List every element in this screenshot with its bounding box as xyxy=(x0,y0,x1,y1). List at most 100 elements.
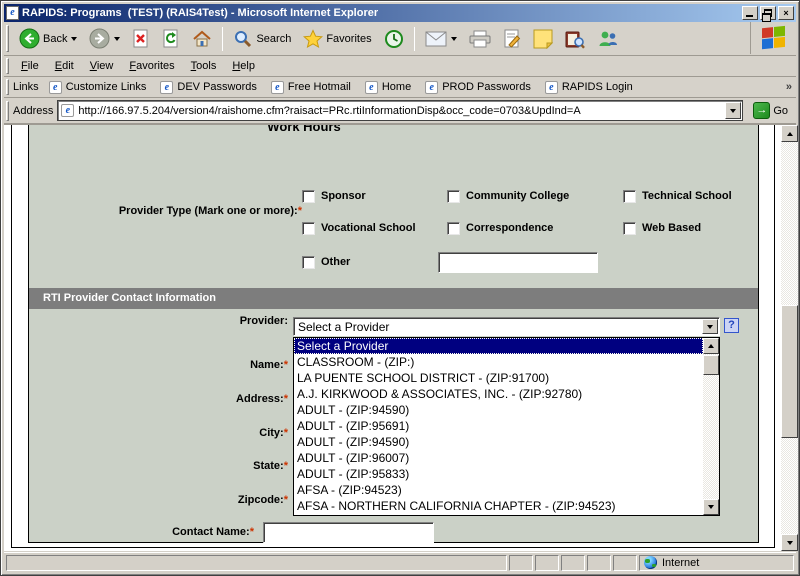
mail-dropdown-icon[interactable] xyxy=(451,37,457,41)
checkbox-technical-school[interactable] xyxy=(623,190,636,203)
option-adult-95833[interactable]: ADULT - (ZIP:95833) xyxy=(294,466,703,482)
history-button[interactable] xyxy=(378,24,410,54)
zone-label: Internet xyxy=(662,557,699,569)
research-button[interactable] xyxy=(559,24,591,54)
chevron-up-icon xyxy=(787,132,793,136)
required-asterisk: * xyxy=(284,460,288,472)
mail-button[interactable] xyxy=(419,24,463,54)
checkbox-sponsor-label: Sponsor xyxy=(321,190,366,202)
menu-help[interactable]: Help xyxy=(224,58,263,74)
search-icon xyxy=(233,29,253,49)
link-dev-passwords[interactable]: e DEV Passwords xyxy=(160,81,256,94)
provider-select[interactable]: Select a Provider xyxy=(293,317,720,336)
back-label: Back xyxy=(43,33,67,45)
search-button[interactable]: Search xyxy=(227,24,297,54)
standard-toolbar: Back Search Favorites xyxy=(4,22,796,56)
provider-dropdown-button[interactable] xyxy=(702,319,718,334)
option-afsa-norcal[interactable]: AFSA - NORTHERN CALIFORNIA CHAPTER - (ZI… xyxy=(294,498,703,514)
option-adult-94590b[interactable]: ADULT - (ZIP:94590) xyxy=(294,434,703,450)
ie-document-icon: e xyxy=(6,6,19,20)
edit-icon xyxy=(503,29,521,49)
menu-view[interactable]: View xyxy=(82,58,122,74)
restore-button[interactable] xyxy=(760,6,776,20)
menu-tools[interactable]: Tools xyxy=(183,58,225,74)
option-adult-96007[interactable]: ADULT - (ZIP:96007) xyxy=(294,450,703,466)
back-button[interactable]: Back xyxy=(13,24,83,54)
page-content: Work Hours Provider Type (Mark one or mo… xyxy=(4,125,778,551)
toolbar-separator xyxy=(414,27,415,51)
status-bar: Internet xyxy=(4,552,796,572)
provider-selected-value: Select a Provider xyxy=(294,320,701,334)
link-prod-passwords[interactable]: e PROD Passwords xyxy=(425,81,531,94)
option-kirkwood[interactable]: A.J. KIRKWOOD & ASSOCIATES, INC. - (ZIP:… xyxy=(294,386,703,402)
list-scroll-down-button[interactable] xyxy=(703,499,719,515)
list-scroll-up-button[interactable] xyxy=(703,338,719,354)
go-button[interactable]: → Go xyxy=(749,101,792,120)
go-label: Go xyxy=(773,105,788,117)
messenger-button[interactable] xyxy=(591,24,625,54)
checkbox-community-college[interactable] xyxy=(447,190,460,203)
favorites-star-icon xyxy=(303,29,323,49)
checkbox-other[interactable] xyxy=(302,256,315,269)
list-scrollbar[interactable] xyxy=(703,338,719,515)
other-text-input[interactable] xyxy=(438,252,598,273)
checkbox-web-based[interactable] xyxy=(623,222,636,235)
address-label: Address xyxy=(13,105,53,117)
page-scroll-up-button[interactable] xyxy=(781,125,798,142)
menubar-grip[interactable] xyxy=(6,58,9,74)
discuss-button[interactable] xyxy=(527,24,559,54)
home-button[interactable] xyxy=(186,24,218,54)
favorites-button[interactable]: Favorites xyxy=(297,24,377,54)
contact-name-input[interactable] xyxy=(263,522,434,543)
list-scroll-thumb[interactable] xyxy=(703,355,719,375)
address-field-label: Address:* xyxy=(44,393,288,405)
ie-icon: e xyxy=(49,81,62,94)
print-button[interactable] xyxy=(463,24,497,54)
address-dropdown-button[interactable] xyxy=(725,102,741,119)
page-scroll-thumb[interactable] xyxy=(781,305,798,438)
addressbar-grip[interactable] xyxy=(6,101,9,121)
menu-file[interactable]: File xyxy=(13,58,47,74)
checkbox-community-college-label: Community College xyxy=(466,190,569,202)
help-button[interactable]: ? xyxy=(724,318,739,333)
link-rapids-login[interactable]: e RAPIDS Login xyxy=(545,81,633,94)
forward-button[interactable] xyxy=(83,24,126,54)
links-bar: Links e Customize Links e DEV Passwords … xyxy=(4,77,796,98)
option-select-a-provider[interactable]: Select a Provider xyxy=(294,338,703,354)
checkbox-vocational-school[interactable] xyxy=(302,222,315,235)
browser-window: e RAPIDS: Programs (TEST) (RAIS4Test) - … xyxy=(0,0,800,576)
menu-favorites[interactable]: Favorites xyxy=(121,58,182,74)
link-customize-links[interactable]: e Customize Links xyxy=(49,81,147,94)
minimize-button[interactable] xyxy=(742,6,758,20)
discuss-note-icon xyxy=(533,29,553,49)
toolbar-grip[interactable] xyxy=(6,25,9,51)
links-overflow-chevron[interactable]: » xyxy=(786,81,792,93)
messenger-people-icon xyxy=(597,29,619,49)
chevron-up-icon xyxy=(708,344,714,348)
status-pane xyxy=(535,555,559,571)
work-hours-heading: Work Hours xyxy=(204,125,404,134)
page-scrollbar[interactable] xyxy=(781,125,798,551)
option-afsa[interactable]: AFSA - (ZIP:94523) xyxy=(294,482,703,498)
close-button[interactable]: × xyxy=(778,6,794,20)
linksbar-grip[interactable] xyxy=(6,79,9,95)
back-dropdown-icon[interactable] xyxy=(71,37,77,41)
menu-edit[interactable]: Edit xyxy=(47,58,82,74)
link-free-hotmail[interactable]: e Free Hotmail xyxy=(271,81,351,94)
option-adult-95691[interactable]: ADULT - (ZIP:95691) xyxy=(294,418,703,434)
option-adult-94590[interactable]: ADULT - (ZIP:94590) xyxy=(294,402,703,418)
link-home[interactable]: e Home xyxy=(365,81,411,94)
refresh-button[interactable] xyxy=(156,24,186,54)
checkbox-sponsor[interactable] xyxy=(302,190,315,203)
page-scroll-down-button[interactable] xyxy=(781,534,798,551)
title-bar[interactable]: e RAPIDS: Programs (TEST) (RAIS4Test) - … xyxy=(4,4,796,22)
address-url[interactable]: http://166.97.5.204/version4/raishome.cf… xyxy=(78,105,725,117)
edit-button[interactable] xyxy=(497,24,527,54)
status-message-pane xyxy=(6,555,507,571)
forward-dropdown-icon[interactable] xyxy=(114,37,120,41)
stop-button[interactable] xyxy=(126,24,156,54)
address-field[interactable]: e http://166.97.5.204/version4/raishome.… xyxy=(57,100,743,121)
option-la-puente[interactable]: LA PUENTE SCHOOL DISTRICT - (ZIP:91700) xyxy=(294,370,703,386)
option-classroom[interactable]: CLASSROOM - (ZIP:) xyxy=(294,354,703,370)
checkbox-correspondence[interactable] xyxy=(447,222,460,235)
